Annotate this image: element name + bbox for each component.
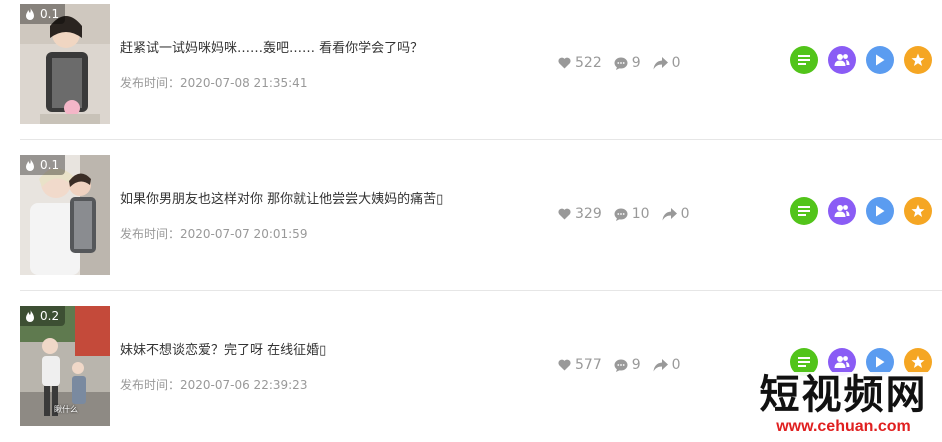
comments-count: 10 <box>631 206 650 222</box>
shares-count: 0 <box>671 55 681 71</box>
comments-stat: 10 <box>614 206 650 222</box>
heart-icon <box>558 208 571 220</box>
video-row: 0.1 赶紧试一试妈咪妈咪……轰吧…… 看看你学会了吗？ 发布时间：2020-0… <box>0 0 942 140</box>
likes-count: 329 <box>575 206 602 222</box>
star-icon <box>911 204 925 217</box>
video-thumbnail[interactable]: 0.1 <box>20 4 110 124</box>
heart-icon <box>558 57 571 69</box>
heat-value: 0.2 <box>40 309 60 323</box>
play-icon <box>876 356 885 368</box>
action-buttons <box>790 197 932 225</box>
list-icon <box>798 357 810 367</box>
star-icon <box>911 355 925 368</box>
video-thumbnail[interactable]: 0.1 <box>20 155 110 275</box>
star-icon <box>911 53 925 66</box>
share-icon <box>662 207 677 220</box>
favorite-button[interactable] <box>904 197 932 225</box>
likes-stat: 577 <box>558 357 602 373</box>
audience-button[interactable] <box>828 46 856 74</box>
play-icon <box>876 205 885 217</box>
comments-count: 9 <box>631 55 641 71</box>
list-icon <box>798 55 810 65</box>
play-icon <box>876 54 885 66</box>
row-divider <box>20 290 942 291</box>
watermark-title: 短视频网 <box>759 371 928 418</box>
video-title[interactable]: 如果你男朋友也这样对你 那你就让他尝尝大姨妈的痛苦▯ <box>120 188 443 207</box>
comments-count: 9 <box>631 357 641 373</box>
flame-icon <box>26 158 34 171</box>
heat-value: 0.1 <box>40 158 60 172</box>
users-icon <box>834 356 850 368</box>
video-row: 0.1 如果你男朋友也这样对你 那你就让他尝尝大姨妈的痛苦▯ 发布时间：2020… <box>0 151 942 291</box>
heart-icon <box>558 359 571 371</box>
favorite-button[interactable] <box>904 46 932 74</box>
detail-button[interactable] <box>790 46 818 74</box>
comment-icon <box>614 359 628 372</box>
shares-count: 0 <box>680 206 690 222</box>
play-button[interactable] <box>866 46 894 74</box>
heat-badge: 0.2 <box>20 306 66 326</box>
detail-button[interactable] <box>790 197 818 225</box>
video-stats: 522 9 0 <box>558 55 681 71</box>
publish-time: 发布时间：2020-07-07 20:01:59 <box>120 227 308 241</box>
shares-count: 0 <box>671 357 681 373</box>
list-icon <box>798 206 810 216</box>
likes-stat: 329 <box>558 206 602 222</box>
play-button[interactable] <box>866 197 894 225</box>
shares-stat: 0 <box>662 206 690 222</box>
heat-badge: 0.1 <box>20 155 66 175</box>
comments-stat: 9 <box>614 357 641 373</box>
row-divider <box>20 139 942 140</box>
share-icon <box>653 56 668 69</box>
likes-count: 522 <box>575 55 602 71</box>
watermark-url: www.cehuan.com <box>776 418 911 435</box>
heat-value: 0.1 <box>40 7 60 21</box>
shares-stat: 0 <box>653 357 681 373</box>
comment-icon <box>614 57 628 70</box>
video-title[interactable]: 妹妹不想谈恋爱？完了呀 在线征婚▯ <box>120 339 326 358</box>
video-stats: 577 9 0 <box>558 357 681 373</box>
shares-stat: 0 <box>653 55 681 71</box>
audience-button[interactable] <box>828 197 856 225</box>
comment-icon <box>614 208 628 221</box>
flame-icon <box>26 309 34 322</box>
users-icon <box>834 205 850 217</box>
publish-time: 发布时间：2020-07-06 22:39:23 <box>120 378 308 392</box>
likes-stat: 522 <box>558 55 602 71</box>
share-icon <box>653 358 668 371</box>
comments-stat: 9 <box>614 55 641 71</box>
heat-badge: 0.1 <box>20 4 66 24</box>
site-watermark: 短视频网 www.cehuan.com <box>751 372 936 438</box>
flame-icon <box>26 7 34 20</box>
users-icon <box>834 54 850 66</box>
video-title[interactable]: 赶紧试一试妈咪妈咪……轰吧…… 看看你学会了吗？ <box>120 37 423 56</box>
thumbnail-caption: 瞅什么 <box>54 405 78 414</box>
video-stats: 329 10 0 <box>558 206 689 222</box>
video-thumbnail[interactable]: 0.2 瞅什么 <box>20 306 110 426</box>
likes-count: 577 <box>575 357 602 373</box>
publish-time: 发布时间：2020-07-08 21:35:41 <box>120 76 308 90</box>
action-buttons <box>790 46 932 74</box>
